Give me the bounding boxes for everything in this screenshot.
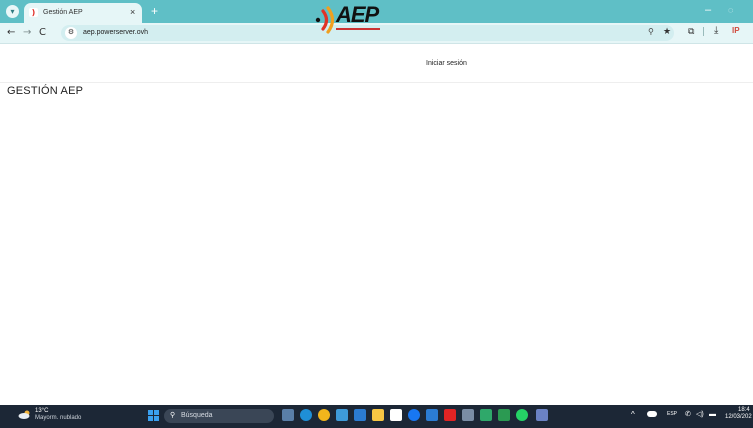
task-view-icon[interactable]	[282, 409, 294, 421]
logo-underline	[336, 28, 380, 30]
excel-icon[interactable]	[498, 409, 510, 421]
weather-temperature[interactable]: 13°C	[35, 408, 48, 415]
login-link[interactable]: Iniciar sesión	[426, 59, 467, 69]
weather-description[interactable]: Mayorm. nublado	[35, 415, 81, 422]
app-icon-2[interactable]	[536, 409, 548, 421]
file-explorer-icon[interactable]	[372, 409, 384, 421]
zoom-icon[interactable]: ⚲	[648, 27, 654, 37]
facebook-icon[interactable]	[408, 409, 420, 421]
window-restore-button[interactable]: ◌	[728, 4, 733, 16]
windows-start-icon[interactable]	[148, 410, 159, 421]
site-info-icon[interactable]: ⚙	[65, 27, 77, 39]
tab-search-button[interactable]: ▾	[6, 5, 19, 18]
back-button[interactable]: ←	[7, 26, 15, 40]
extensions-icon[interactable]: ⧉	[688, 25, 694, 37]
logo-wordmark: AEP	[336, 2, 379, 27]
tab-title: Gestión AEP	[43, 9, 83, 16]
aep-favicon-icon: )	[29, 8, 38, 17]
wifi-icon[interactable]: ✆	[685, 410, 691, 419]
outlook-icon[interactable]	[354, 409, 366, 421]
volume-icon[interactable]: ◁)	[696, 410, 704, 419]
url-text[interactable]: aep.powerserver.ovh	[83, 28, 148, 38]
edge-browser-icon[interactable]	[300, 409, 312, 421]
window-minimize-button[interactable]: –	[705, 4, 711, 16]
store-icon[interactable]	[336, 409, 348, 421]
tray-overflow-icon[interactable]: ^	[631, 410, 635, 420]
download-icon[interactable]: ⤓	[714, 25, 718, 37]
calculator-icon[interactable]	[462, 409, 474, 421]
clock-time[interactable]: 18:4	[738, 407, 750, 414]
chrome-browser-icon[interactable]	[318, 409, 330, 421]
tab-gestion-aep[interactable]: ) Gestión AEP ×	[24, 3, 142, 23]
language-indicator[interactable]: ESP	[667, 411, 677, 418]
app-icon[interactable]	[480, 409, 492, 421]
new-tab-button[interactable]: +	[148, 5, 161, 18]
clock-date[interactable]: 12/03/202	[725, 414, 752, 421]
notepad-icon[interactable]	[390, 409, 402, 421]
search-icon: ⚲	[170, 412, 176, 419]
toolbar-divider	[703, 27, 704, 36]
taskbar-search-box[interactable]: ⚲ Búsqueda	[164, 409, 274, 423]
reload-button[interactable]: C	[39, 26, 46, 40]
search-placeholder: Búsqueda	[181, 412, 213, 419]
weather-cloud-icon[interactable]	[18, 410, 32, 419]
page-title: GESTIÓN AEP	[7, 85, 84, 97]
site-header	[0, 44, 753, 83]
whatsapp-icon[interactable]	[516, 409, 528, 421]
forward-button[interactable]: →	[23, 26, 31, 40]
battery-icon[interactable]: ▬	[709, 410, 716, 419]
youtube-icon[interactable]	[444, 409, 456, 421]
tab-close-button[interactable]: ×	[130, 7, 135, 17]
profile-avatar-icon[interactable]: lP	[732, 26, 744, 36]
bookmark-star-icon[interactable]: ★	[663, 26, 671, 36]
word-icon[interactable]	[426, 409, 438, 421]
onedrive-cloud-icon[interactable]	[647, 411, 657, 417]
